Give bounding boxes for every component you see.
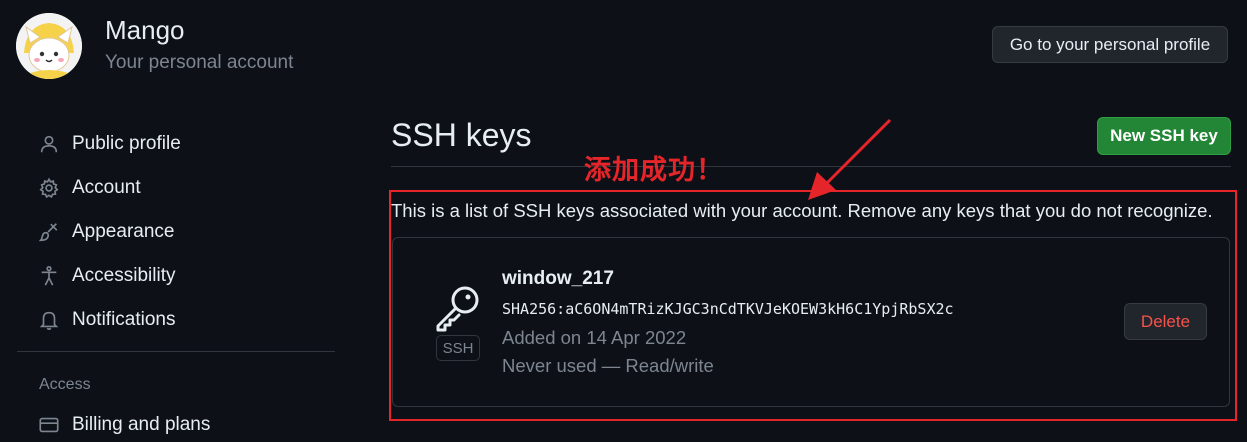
ssh-type-badge: SSH (436, 335, 480, 361)
ssh-keys-description: This is a list of SSH keys associated wi… (391, 200, 1213, 221)
delete-key-button[interactable]: Delete (1124, 303, 1207, 340)
key-icon (436, 286, 479, 332)
new-ssh-key-button[interactable]: New SSH key (1097, 117, 1231, 155)
key-usage-status: Never used — Read/write (502, 355, 714, 376)
avatar[interactable] (16, 13, 82, 79)
account-type-label: Your personal account (105, 52, 294, 73)
success-annotation: 添加成功！ (584, 155, 724, 186)
section-label-access: Access (39, 376, 91, 393)
user-name: Mango (105, 15, 185, 45)
accessibility-icon (41, 266, 57, 286)
sidebar-item-appearance[interactable]: Appearance (38, 215, 174, 249)
sidebar-item-notifications[interactable]: Notifications (38, 303, 176, 337)
gear-icon (39, 177, 59, 199)
paintbrush-icon (38, 223, 58, 242)
go-to-profile-button[interactable]: Go to your personal profile (992, 26, 1228, 63)
key-title: window_217 (502, 268, 614, 289)
sidebar-item-public-profile[interactable]: Public profile (38, 127, 181, 161)
sidebar-item-label: Public profile (72, 133, 181, 154)
sidebar-item-label: Notifications (72, 309, 176, 330)
key-added-date: Added on 14 Apr 2022 (502, 327, 687, 348)
person-icon (40, 135, 58, 153)
key-fingerprint: SHA256:aC6ON4mTRizKJGC3nCdTKVJeKOEW3kH6C… (502, 300, 954, 318)
sidebar-item-billing[interactable]: Billing and plans (38, 408, 210, 442)
sidebar-item-label: Billing and plans (72, 414, 211, 435)
credit-card-icon (39, 417, 59, 433)
sidebar-item-accessibility[interactable]: Accessibility (38, 259, 175, 293)
sidebar-item-label: Account (72, 177, 141, 198)
sidebar-item-label: Accessibility (72, 265, 176, 286)
sidebar-item-account[interactable]: Account (38, 171, 141, 205)
page-title: SSH keys (391, 117, 532, 153)
sidebar-item-label: Appearance (72, 221, 175, 242)
bell-icon (39, 311, 59, 330)
ssh-key-item (392, 237, 1230, 407)
sidebar-divider (17, 351, 335, 352)
